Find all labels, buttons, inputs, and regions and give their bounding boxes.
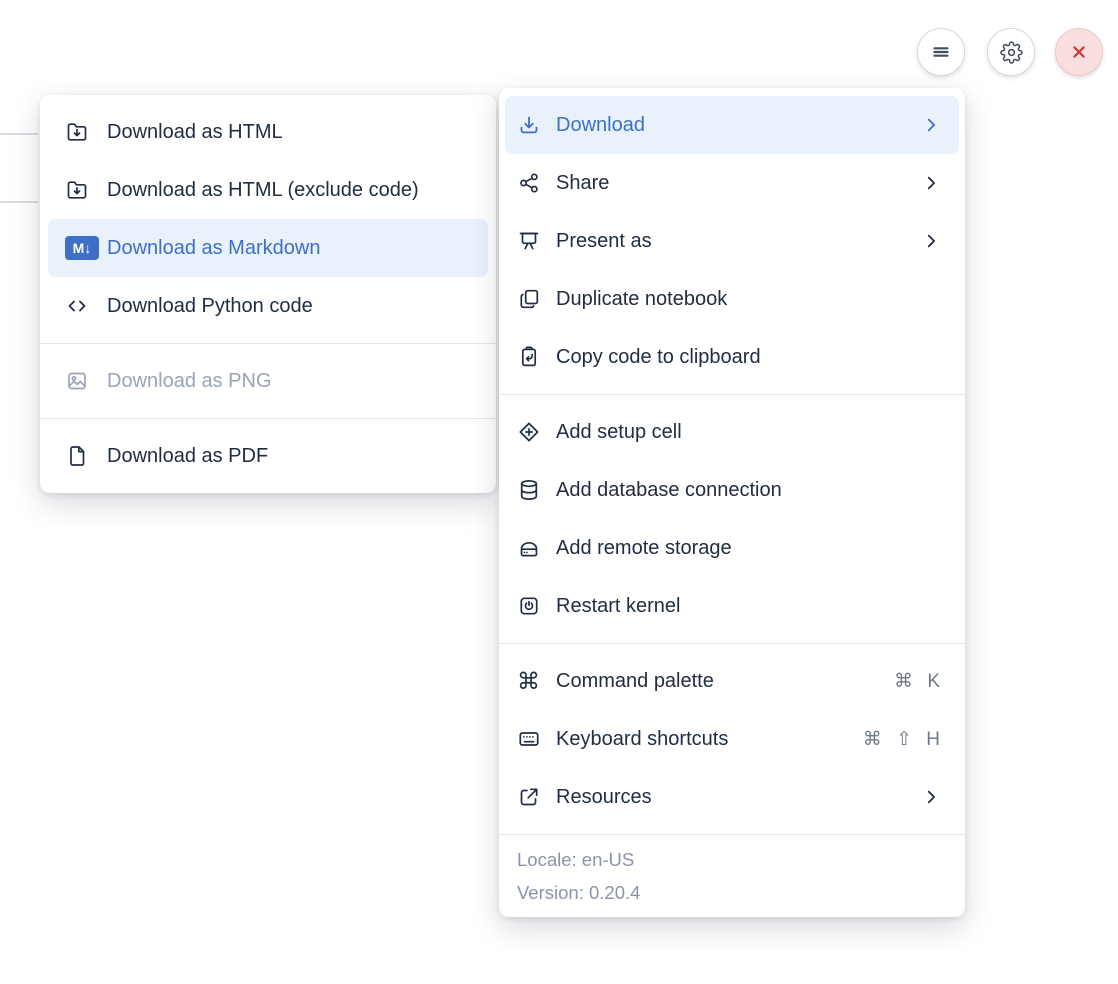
shortcut-hint: ⌘ ⇧ H (863, 728, 941, 751)
menu-item-label: Download (556, 114, 645, 137)
page-background-line (0, 201, 38, 203)
menu-item-label: Duplicate notebook (556, 288, 727, 311)
power-icon (517, 594, 541, 618)
menu-item-keyboard-shortcuts[interactable]: Keyboard shortcuts ⌘ ⇧ H (505, 710, 959, 768)
menu-item-label: Download as PDF (107, 445, 268, 468)
main-menu-section-share: Download Share Present as (499, 88, 965, 394)
page-background-line (0, 133, 38, 135)
menu-item-download-as-markdown[interactable]: M↓ Download as Markdown (48, 219, 488, 277)
drive-icon (517, 536, 541, 560)
file-icon (65, 444, 89, 468)
markdown-badge-text: M↓ (65, 236, 99, 260)
menu-item-restart-kernel[interactable]: Restart kernel (505, 577, 959, 635)
menu-item-add-remote-storage[interactable]: Add remote storage (505, 519, 959, 577)
menu-item-label: Download as HTML (107, 121, 283, 144)
menu-item-label: Download as HTML (exclude code) (107, 179, 419, 202)
command-icon: ⌘ (517, 669, 541, 693)
menu-item-share[interactable]: Share (505, 154, 959, 212)
version-text: Version: 0.20.4 (499, 876, 965, 909)
download-icon (517, 113, 541, 137)
menu-item-download[interactable]: Download (505, 96, 959, 154)
menu-item-download-python-code[interactable]: Download Python code (48, 277, 488, 335)
menu-item-download-as-png: Download as PNG (48, 352, 488, 410)
menu-item-download-as-html[interactable]: Download as HTML (48, 103, 488, 161)
menu-footer: Locale: en-US Version: 0.20.4 (499, 835, 965, 917)
image-icon (65, 369, 89, 393)
menu-item-label: Resources (556, 786, 652, 809)
presentation-icon (517, 229, 541, 253)
notebook-main-menu: Download Share Present as (499, 88, 965, 917)
menu-item-label: Command palette (556, 670, 714, 693)
menu-item-label: Present as (556, 230, 652, 253)
folder-download-icon (65, 178, 89, 202)
share-icon (517, 171, 541, 195)
menu-item-copy-code-to-clipboard[interactable]: Copy code to clipboard (505, 328, 959, 386)
menu-item-label: Add setup cell (556, 421, 682, 444)
chevron-right-icon (921, 115, 941, 135)
menu-item-resources[interactable]: Resources (505, 768, 959, 826)
diamond-plus-icon (517, 420, 541, 444)
code-icon (65, 294, 89, 318)
menu-item-label: Add remote storage (556, 537, 732, 560)
menu-item-label: Share (556, 172, 609, 195)
submenu-section-pdf: Download as PDF (40, 419, 496, 493)
menu-item-label: Restart kernel (556, 595, 681, 618)
external-link-icon (517, 785, 541, 809)
menu-item-label: Download as Markdown (107, 237, 320, 260)
menu-item-download-as-html-exclude-code[interactable]: Download as HTML (exclude code) (48, 161, 488, 219)
locale-text: Locale: en-US (499, 843, 965, 876)
submenu-section-formats: Download as HTML Download as HTML (exclu… (40, 95, 496, 343)
menu-item-present-as[interactable]: Present as (505, 212, 959, 270)
app-canvas: { "colors": { "accent_blue": "#3D6FC9", … (0, 0, 1118, 984)
folder-download-icon (65, 120, 89, 144)
close-icon (1068, 41, 1090, 63)
main-menu-section-help: ⌘ Command palette ⌘ K Keyboard shortcuts… (499, 644, 965, 834)
download-submenu: Download as HTML Download as HTML (exclu… (40, 95, 496, 493)
clipboard-import-icon (517, 345, 541, 369)
shortcut-hint: ⌘ K (894, 670, 941, 693)
menu-item-label: Add database connection (556, 479, 782, 502)
menu-item-duplicate-notebook[interactable]: Duplicate notebook (505, 270, 959, 328)
menu-item-download-as-pdf[interactable]: Download as PDF (48, 427, 488, 485)
gear-icon (1000, 41, 1023, 64)
chevron-right-icon (921, 787, 941, 807)
database-icon (517, 478, 541, 502)
menu-item-label: Keyboard shortcuts (556, 728, 728, 751)
menu-item-label: Download Python code (107, 295, 313, 318)
duplicate-icon (517, 287, 541, 311)
menu-item-label: Copy code to clipboard (556, 346, 761, 369)
menu-item-add-setup-cell[interactable]: Add setup cell (505, 403, 959, 461)
menu-item-command-palette[interactable]: ⌘ Command palette ⌘ K (505, 652, 959, 710)
chevron-right-icon (921, 231, 941, 251)
hamburger-icon (929, 40, 953, 64)
main-menu-section-notebook: Add setup cell Add database connection A… (499, 395, 965, 643)
chevron-right-icon (921, 173, 941, 193)
keyboard-icon (517, 727, 541, 751)
settings-button[interactable] (987, 28, 1035, 76)
submenu-section-png: Download as PNG (40, 344, 496, 418)
close-button[interactable] (1055, 28, 1103, 76)
markdown-badge-icon: M↓ (65, 236, 89, 260)
menu-item-add-database-connection[interactable]: Add database connection (505, 461, 959, 519)
menu-toggle-button[interactable] (917, 28, 965, 76)
menu-item-label: Download as PNG (107, 370, 272, 393)
